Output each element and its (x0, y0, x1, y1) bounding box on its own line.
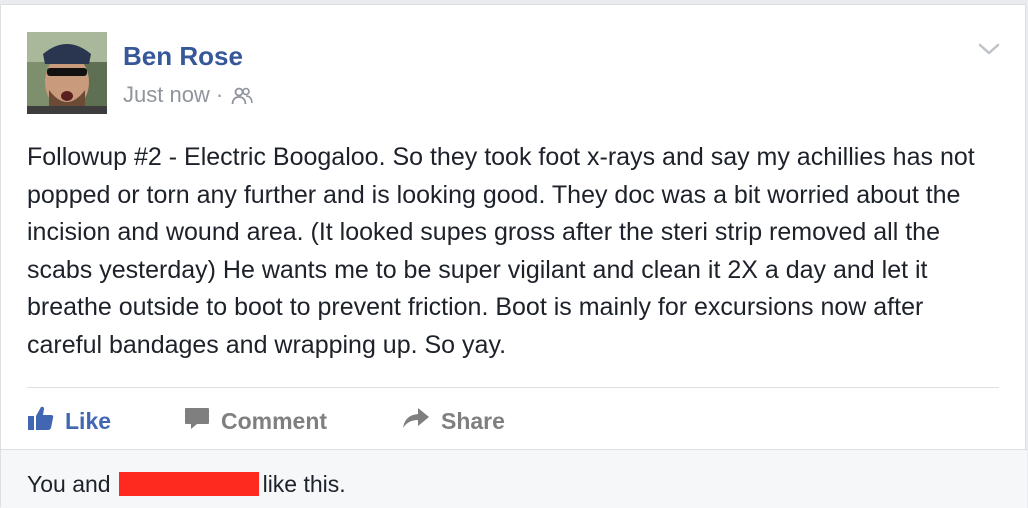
share-arrow-icon (401, 405, 431, 437)
post-text: Followup #2 - Electric Boogaloo. So they… (27, 143, 975, 359)
likes-prefix: You and (27, 471, 111, 497)
share-label: Share (441, 407, 505, 434)
reactions-footer: You and like this. (1, 449, 1027, 508)
friends-icon[interactable] (231, 85, 253, 105)
author-name[interactable]: Ben Rose (123, 41, 243, 71)
likes-summary[interactable]: You and like this. (27, 470, 346, 498)
comment-button[interactable]: Comment (183, 405, 401, 437)
share-button[interactable]: Share (401, 405, 521, 437)
avatar[interactable] (27, 32, 107, 114)
avatar-image (27, 32, 107, 114)
like-label: Like (65, 407, 112, 434)
action-bar: Like Comment Share (27, 403, 521, 439)
divider (27, 387, 999, 388)
thumbs-up-icon (27, 405, 55, 437)
post-card: Ben Rose Just now · Followup #2 - Electr… (0, 4, 1027, 508)
post-meta: Just now · (123, 81, 253, 109)
timestamp[interactable]: Just now (123, 81, 210, 109)
comment-icon (183, 405, 211, 437)
comment-label: Comment (221, 407, 328, 434)
likes-suffix: like this. (262, 471, 346, 497)
meta-separator: · (215, 82, 224, 107)
chevron-down-icon[interactable] (975, 37, 1003, 61)
like-button[interactable]: Like (27, 405, 183, 437)
redacted-name (118, 472, 259, 496)
